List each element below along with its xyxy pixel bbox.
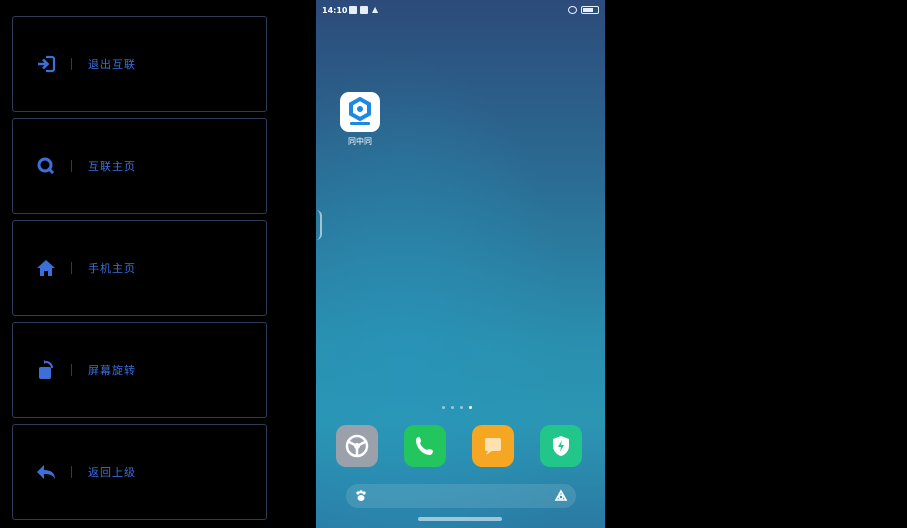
dock <box>336 425 586 469</box>
separator <box>71 466 72 478</box>
go-back-label: 返回上级 <box>88 466 136 479</box>
assistant-icon <box>554 489 568 501</box>
separator <box>71 58 72 70</box>
security-app[interactable] <box>540 425 582 467</box>
paw-icon <box>356 490 366 501</box>
exit-connection-button[interactable]: 退出互联 <box>12 16 267 112</box>
status-bar: 14:10 ▲ <box>316 0 605 22</box>
home-indicator[interactable] <box>418 517 502 521</box>
notification-icon <box>360 6 368 14</box>
status-time: 14:10 <box>322 6 348 15</box>
page-indicator <box>442 406 472 409</box>
home-app[interactable]: 同中同 <box>338 92 382 147</box>
separator <box>71 364 72 376</box>
search-bar[interactable] <box>346 484 576 508</box>
search-icon <box>35 155 57 177</box>
rotate-icon <box>35 359 57 381</box>
phone-home-button[interactable]: 手机主页 <box>12 220 267 316</box>
settings-app[interactable] <box>336 425 378 467</box>
warning-icon: ▲ <box>372 5 379 14</box>
alarm-icon <box>568 6 577 14</box>
phone-icon <box>416 437 433 455</box>
connection-home-button[interactable]: 互联主页 <box>12 118 267 214</box>
wheel-icon <box>345 434 369 458</box>
page-dot <box>442 406 445 409</box>
go-back-button[interactable]: 返回上级 <box>12 424 267 520</box>
phone-home-label: 手机主页 <box>88 262 136 275</box>
app-label: 同中同 <box>348 137 372 146</box>
page-dot-active <box>469 406 472 409</box>
separator <box>71 160 72 172</box>
control-panel: 退出互联 互联主页 手机主页 屏幕旋转 返回上级 <box>0 0 280 528</box>
page-dot <box>451 406 454 409</box>
home-icon <box>35 257 57 279</box>
screen-rotate-button[interactable]: 屏幕旋转 <box>12 322 267 418</box>
shield-icon <box>553 436 569 456</box>
screen-rotate-label: 屏幕旋转 <box>88 364 136 377</box>
message-icon <box>485 438 501 455</box>
messages-app[interactable] <box>472 425 514 467</box>
side-drawer-handle[interactable] <box>316 210 322 240</box>
page-dot <box>460 406 463 409</box>
battery-icon <box>581 6 599 14</box>
connection-home-label: 互联主页 <box>88 160 136 173</box>
notification-icon <box>349 6 357 14</box>
exit-connection-label: 退出互联 <box>88 58 136 71</box>
back-arrow-icon <box>35 461 57 483</box>
separator <box>71 262 72 274</box>
exit-icon <box>35 53 57 75</box>
phone-screen[interactable]: 14:10 ▲ 同中同 <box>316 0 605 528</box>
hexagon-app-icon[interactable] <box>340 92 380 132</box>
phone-app[interactable] <box>404 425 446 467</box>
